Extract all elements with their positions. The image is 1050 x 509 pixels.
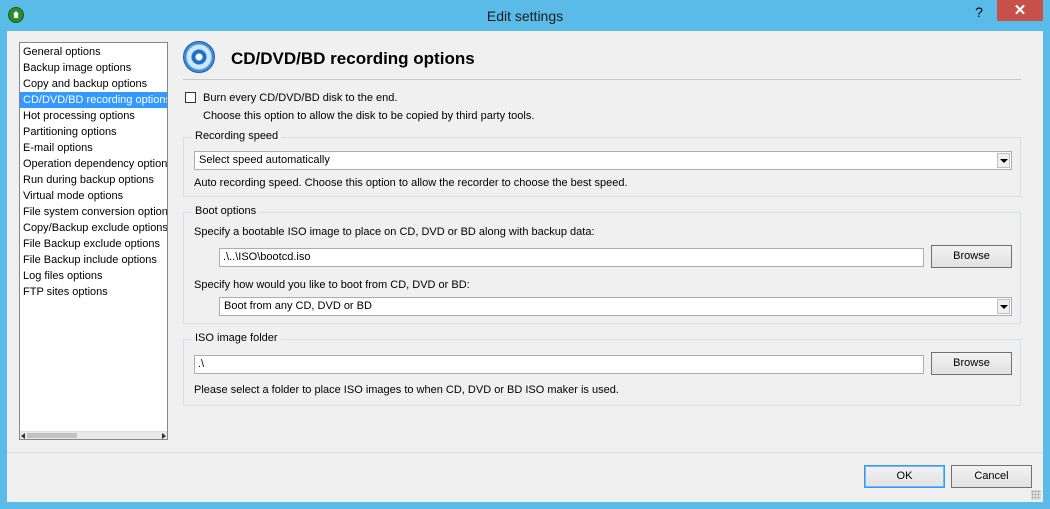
header-divider — [183, 79, 1021, 80]
iso-image-folder-group: ISO image folder .\ Browse Please select… — [183, 332, 1021, 406]
horizontal-scrollbar[interactable] — [20, 431, 167, 439]
burn-to-end-hint: Choose this option to allow the disk to … — [203, 110, 535, 122]
nav-item-copy-backup-exclude[interactable]: Copy/Backup exclude options — [20, 220, 167, 236]
boot-method-label: Specify how would you like to boot from … — [194, 279, 470, 291]
cancel-button[interactable]: Cancel — [951, 465, 1032, 488]
browse-iso-folder-button[interactable]: Browse — [931, 352, 1012, 375]
boot-method-value: Boot from any CD, DVD or BD — [224, 300, 372, 312]
bootable-iso-value: .\..\ISO\bootcd.iso — [223, 251, 311, 263]
nav-item-operation-dependency[interactable]: Operation dependency options — [20, 156, 167, 172]
bootable-iso-input[interactable]: .\..\ISO\bootcd.iso — [219, 248, 924, 267]
nav-item-general[interactable]: General options — [20, 44, 167, 60]
chevron-down-icon[interactable] — [997, 299, 1010, 314]
page-title: CD/DVD/BD recording options — [231, 49, 475, 68]
recording-speed-group: Recording speed Select speed automatical… — [183, 130, 1021, 197]
nav-item-virtual-mode[interactable]: Virtual mode options — [20, 188, 167, 204]
window-title: Edit settings — [486, 8, 564, 24]
footer-divider — [7, 452, 1043, 453]
close-button[interactable]: ✕ — [997, 0, 1043, 21]
nav-item-copy-and-backup[interactable]: Copy and backup options — [20, 76, 167, 92]
burn-to-end-label[interactable]: Burn every CD/DVD/BD disk to the end. — [203, 92, 397, 104]
help-button[interactable]: ? — [966, 1, 992, 23]
recording-speed-value: Select speed automatically — [199, 154, 330, 166]
title-bar[interactable]: Edit settings ? ✕ — [0, 0, 1050, 31]
nav-item-file-backup-exclude[interactable]: File Backup exclude options — [20, 236, 167, 252]
nav-item-file-backup-include[interactable]: File Backup include options — [20, 252, 167, 268]
scroll-right-icon[interactable] — [162, 433, 166, 439]
dialog-client-area: General options Backup image options Cop… — [7, 31, 1043, 502]
boot-method-select[interactable]: Boot from any CD, DVD or BD — [219, 297, 1012, 316]
recording-speed-legend: Recording speed — [192, 130, 282, 142]
browse-iso-button[interactable]: Browse — [931, 245, 1012, 268]
bootable-iso-label: Specify a bootable ISO image to place on… — [194, 226, 595, 238]
nav-item-email[interactable]: E-mail options — [20, 140, 167, 156]
nav-item-backup-image[interactable]: Backup image options — [20, 60, 167, 76]
ok-button[interactable]: OK — [864, 465, 945, 488]
edit-settings-window: Edit settings ? ✕ General options Backup… — [0, 0, 1050, 509]
iso-folder-hint: Please select a folder to place ISO imag… — [194, 384, 619, 396]
burn-to-end-checkbox[interactable] — [185, 92, 196, 103]
boot-options-group: Boot options Specify a bootable ISO imag… — [183, 205, 1021, 324]
nav-item-hot-processing[interactable]: Hot processing options — [20, 108, 167, 124]
chevron-down-icon[interactable] — [997, 153, 1010, 168]
boot-options-legend: Boot options — [192, 205, 260, 217]
iso-folder-value: .\ — [198, 358, 205, 370]
nav-item-cd-dvd-bd-recording[interactable]: CD/DVD/BD recording options — [20, 92, 167, 108]
iso-image-folder-legend: ISO image folder — [192, 332, 281, 344]
scroll-thumb[interactable] — [27, 433, 77, 438]
iso-folder-input[interactable]: .\ — [194, 355, 924, 374]
recording-speed-hint: Auto recording speed. Choose this option… — [194, 177, 628, 189]
nav-item-run-during-backup[interactable]: Run during backup options — [20, 172, 167, 188]
nav-item-file-system-conversion[interactable]: File system conversion options — [20, 204, 167, 220]
page-header: CD/DVD/BD recording options — [183, 39, 1023, 81]
scroll-left-icon[interactable] — [21, 433, 25, 439]
cd-disc-icon — [183, 41, 215, 73]
nav-item-partitioning[interactable]: Partitioning options — [20, 124, 167, 140]
nav-item-log-files[interactable]: Log files options — [20, 268, 167, 284]
settings-category-list[interactable]: General options Backup image options Cop… — [19, 42, 168, 440]
recording-speed-select[interactable]: Select speed automatically — [194, 151, 1012, 170]
resize-grip[interactable] — [1031, 490, 1041, 500]
nav-item-ftp-sites[interactable]: FTP sites options — [20, 284, 167, 300]
